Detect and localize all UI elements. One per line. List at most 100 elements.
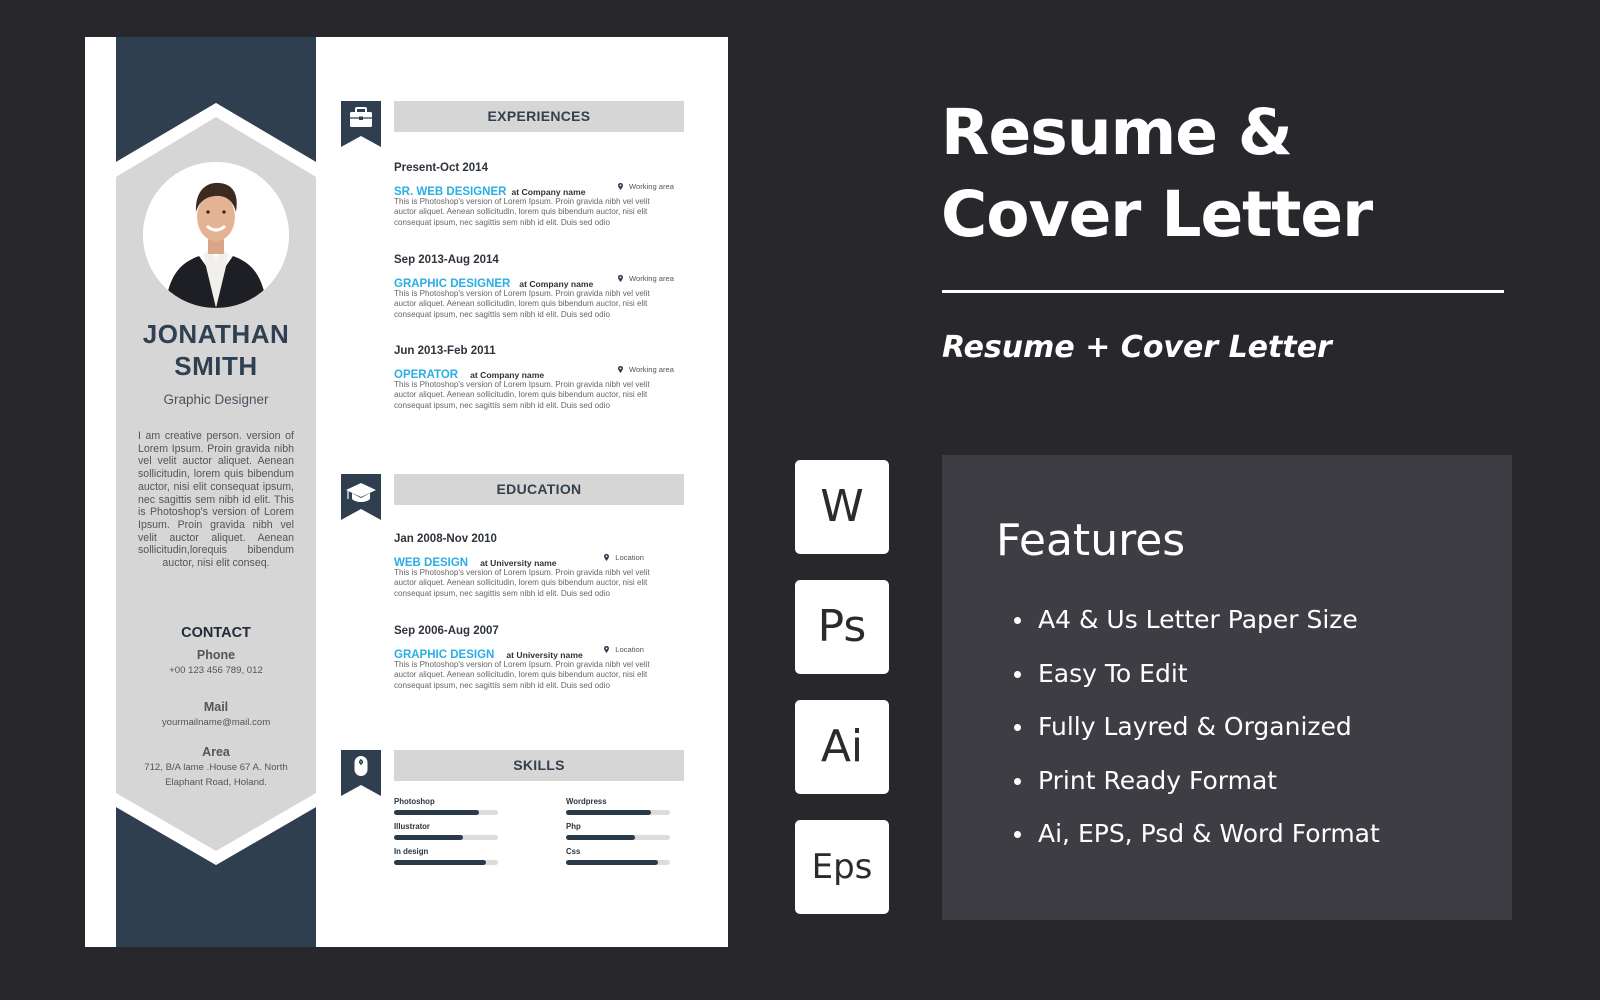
area-value-line1: 712, B/A lame .House 67 A. North — [144, 762, 288, 773]
education-entry: Sep 2006-Aug 2007 GRAPHIC DESIGN at Unive… — [394, 625, 674, 691]
skill-bar-track — [566, 860, 670, 865]
entry-org: at Company name — [519, 279, 594, 289]
phone-value: +00 123 456 789, 012 — [169, 665, 263, 676]
skill-bar-track — [394, 860, 498, 865]
skill-bar-fill — [566, 860, 658, 865]
skill-item: Php — [566, 822, 670, 840]
feature-item: Print Ready Format — [1014, 766, 1380, 820]
feature-item: Ai, EPS, Psd & Word Format — [1014, 819, 1380, 873]
name-first: JONATHAN — [142, 319, 290, 349]
entry-location-text: Working area — [628, 182, 674, 191]
entry-location: Location — [604, 553, 644, 562]
area-label: Area — [202, 745, 230, 759]
contact-heading: CONTACT — [181, 625, 251, 641]
headline-divider — [942, 290, 1504, 293]
entry-description: This is Photoshop's version of Lorem Ips… — [394, 568, 650, 598]
mail-label: Mail — [203, 700, 229, 714]
entry-date: Jan 2008-Nov 2010 — [394, 533, 497, 545]
entry-location: Working area — [617, 274, 674, 283]
entry-title: SR. WEB DESIGNER — [394, 186, 507, 198]
name-last: SMITH — [174, 351, 258, 381]
skill-item: Css — [566, 847, 670, 865]
format-badge-photoshop: Ps — [795, 580, 889, 674]
briefcase-icon — [341, 101, 381, 147]
skill-bar-track — [394, 810, 498, 815]
entry-title: WEB DESIGN — [394, 557, 469, 569]
entry-description: This is Photoshop's version of Lorem Ips… — [394, 197, 650, 227]
experiences-heading: EXPERIENCES — [394, 101, 684, 132]
features-panel: Features A4 & Us Letter Paper Size Easy … — [942, 455, 1512, 920]
feature-text: Print Ready Format — [1038, 765, 1278, 795]
entry-title: GRAPHIC DESIGNER — [394, 278, 511, 290]
skill-label: In design — [394, 847, 429, 856]
skill-item: In design — [394, 847, 498, 865]
education-entry: Jan 2008-Nov 2010 WEB DESIGN at Universit… — [394, 533, 674, 599]
skill-bar-fill — [566, 835, 635, 840]
about-text: I am creative person. version of Lorem I… — [138, 430, 294, 570]
phone-label: Phone — [196, 648, 236, 662]
entry-org: at University name — [480, 558, 557, 568]
entry-location-text: Working area — [628, 365, 674, 374]
feature-text: Ai, EPS, Psd & Word Format — [1038, 819, 1380, 848]
entry-date: Present-Oct 2014 — [394, 162, 488, 174]
skill-item: Illustrator — [394, 822, 498, 840]
bullet-icon — [1014, 724, 1021, 731]
location-pin-icon — [604, 646, 610, 653]
feature-item: Fully Layred & Organized — [1014, 712, 1380, 766]
format-badge-word: W — [795, 460, 889, 554]
mouse-icon — [341, 750, 381, 796]
entry-date: Sep 2006-Aug 2007 — [394, 625, 499, 637]
feature-text: A4 & Us Letter Paper Size — [1038, 605, 1358, 634]
entry-date: Sep 2013-Aug 2014 — [394, 254, 499, 266]
skill-bar-track — [566, 835, 670, 840]
resume-name: JONATHAN SMITH — [116, 318, 316, 382]
skill-bar-track — [566, 810, 670, 815]
features-list: A4 & Us Letter Paper Size Easy To Edit F… — [1014, 605, 1380, 873]
location-pin-icon — [617, 366, 623, 373]
skill-bar-fill — [394, 860, 486, 865]
headline: Resume & Cover Letter — [941, 92, 1373, 256]
skill-item: Wordpress — [566, 797, 670, 815]
location-pin-icon — [617, 183, 623, 190]
resume-main: EXPERIENCES Present-Oct 2014 SR. WEB DES… — [316, 37, 728, 947]
skill-label: Illustrator — [394, 822, 430, 831]
entry-description: This is Photoshop's version of Lorem Ips… — [394, 380, 650, 410]
features-title: Features — [996, 515, 1186, 566]
feature-item: Easy To Edit — [1014, 659, 1380, 713]
bullet-icon — [1014, 670, 1021, 678]
person-avatar-icon — [143, 162, 289, 308]
entry-description: This is Photoshop's version of Lorem Ips… — [394, 289, 650, 319]
skill-label: Css — [566, 847, 581, 856]
experience-entry: Jun 2013-Feb 2011 OPERATOR at Company nam… — [394, 345, 674, 411]
entry-org: at Company name — [470, 370, 545, 380]
headline-line-2: Cover Letter — [941, 178, 1373, 251]
format-badge-eps: Eps — [795, 820, 889, 914]
education-heading: EDUCATION — [394, 474, 684, 505]
skill-bar-fill — [566, 810, 652, 815]
entry-title: GRAPHIC DESIGN — [394, 649, 495, 661]
resume-page: JONATHAN SMITH Graphic Designer I am cre… — [85, 37, 728, 947]
entry-org: at Company name — [511, 187, 586, 197]
profile-photo — [143, 162, 289, 308]
entry-location: Location — [604, 645, 644, 654]
entry-location-text: Location — [615, 645, 644, 654]
graduation-cap-icon — [341, 474, 381, 520]
entry-location-text: Location — [615, 553, 644, 562]
feature-text: Fully Layred & Organized — [1038, 712, 1352, 741]
skill-bar-track — [394, 835, 498, 840]
format-badge-illustrator: Ai — [795, 700, 889, 794]
feature-item: A4 & Us Letter Paper Size — [1014, 605, 1380, 659]
skill-bar-fill — [394, 835, 463, 840]
location-pin-icon — [617, 275, 623, 282]
entry-location: Working area — [617, 365, 674, 374]
feature-text: Easy To Edit — [1038, 658, 1188, 688]
skill-label: Php — [566, 822, 581, 831]
bullet-icon — [1014, 777, 1021, 785]
entry-location-text: Working area — [628, 274, 674, 283]
experience-entry: Present-Oct 2014 SR. WEB DESIGNER at Comp… — [394, 162, 674, 228]
skill-bar-fill — [394, 810, 480, 815]
bullet-icon — [1014, 831, 1021, 838]
location-pin-icon — [604, 554, 610, 561]
subtitle: Resume + Cover Letter — [942, 330, 1332, 365]
entry-date: Jun 2013-Feb 2011 — [394, 345, 496, 357]
